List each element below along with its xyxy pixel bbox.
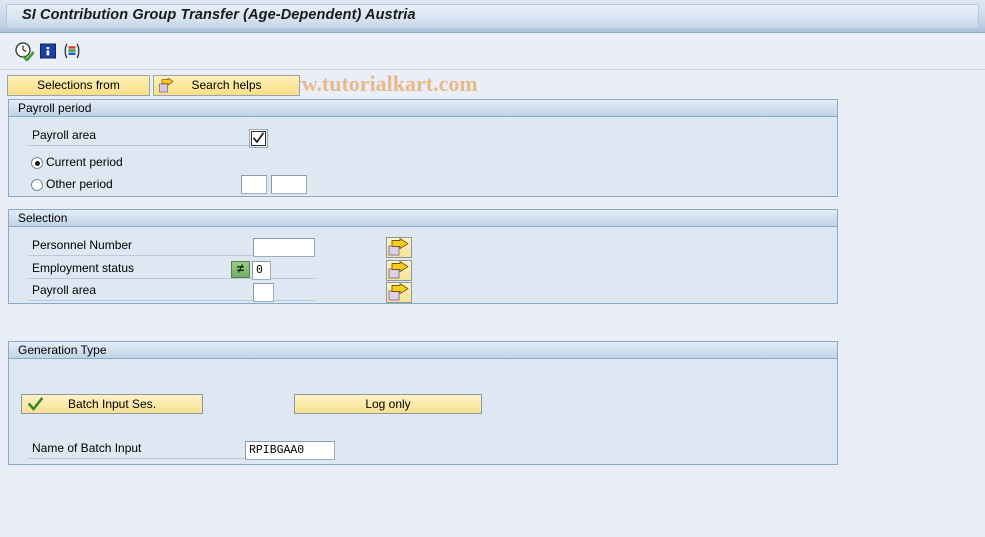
batch-input-name-label: Name of Batch Input: [32, 441, 142, 455]
radio-other-period-label: Other period: [46, 177, 113, 191]
payroll-area-selection-input[interactable]: [253, 283, 274, 302]
radio-current-period-label: Current period: [46, 155, 123, 169]
window-title-bar: SI Contribution Group Transfer (Age-Depe…: [0, 0, 985, 33]
payroll-area-selection-label: Payroll area: [32, 283, 97, 297]
personnel-number-label: Personnel Number: [32, 238, 133, 252]
log-only-label: Log only: [365, 397, 411, 411]
tab-selections-from[interactable]: Selections from: [7, 75, 150, 96]
log-only-button[interactable]: Log only: [294, 394, 482, 414]
panel-payroll-period-body: Payroll area Current period Other period: [9, 117, 837, 196]
information-icon[interactable]: [38, 41, 58, 61]
batch-input-session-button[interactable]: Batch Input Ses.: [21, 394, 203, 414]
payroll-area-label: Payroll area: [32, 128, 97, 142]
application-toolbar: © www.tutorialkart.com: [0, 33, 985, 96]
panel-selection-body: Personnel Number Employment status ≠ 0 P…: [9, 227, 837, 303]
field-row-employment-status: Employment status: [23, 258, 315, 279]
panel-selection-title: Selection: [9, 210, 837, 227]
variant-list-icon[interactable]: [62, 41, 82, 61]
tab-search-helps[interactable]: Search helps: [153, 75, 300, 96]
panel-generation-type-title: Generation Type: [9, 342, 837, 359]
radio-current-period-dot: [31, 157, 43, 169]
panel-generation-type-body: Batch Input Ses. Log only Name of Batch …: [9, 359, 837, 464]
panel-selection: Selection Personnel Number Employment st…: [8, 209, 838, 304]
other-period-value-2[interactable]: [271, 175, 307, 194]
selection-tabstrip: Selections from Search helps: [0, 75, 985, 99]
personnel-number-input[interactable]: [253, 238, 315, 257]
tab-search-helps-label: Search helps: [191, 78, 262, 92]
field-underline: [28, 278, 315, 279]
execute-clock-icon[interactable]: [14, 41, 35, 62]
employment-status-multiple-selection-button[interactable]: [386, 260, 412, 281]
other-period-value-1[interactable]: [241, 175, 267, 194]
panel-payroll-period-title: Payroll period: [9, 100, 837, 117]
sap-application-window: SI Contribution Group Transfer (Age-Depe…: [0, 0, 985, 537]
panel-generation-type: Generation Type Batch Input Ses. Log onl…: [8, 341, 838, 465]
batch-input-session-label: Batch Input Ses.: [67, 397, 157, 411]
personnel-number-multiple-selection-button[interactable]: [386, 237, 412, 258]
employment-status-input[interactable]: 0: [252, 261, 271, 280]
checkbox-checked-icon: [250, 131, 267, 146]
payroll-area-multiple-selection-button[interactable]: [386, 282, 412, 303]
radio-other-period-dot: [31, 179, 43, 191]
batch-input-name-input[interactable]: RPIBGAA0: [245, 441, 335, 460]
green-check-icon: [27, 397, 44, 417]
page-title: SI Contribution Group Transfer (Age-Depe…: [22, 7, 416, 23]
payroll-area-checkbox-button[interactable]: [249, 129, 268, 148]
field-underline: [28, 145, 269, 146]
field-row-payroll-area: Payroll area: [23, 125, 269, 146]
employment-status-label: Employment status: [32, 261, 135, 275]
employment-status-operator-not-equal-icon[interactable]: ≠: [231, 261, 250, 278]
panel-payroll-period: Payroll period Payroll area Current peri…: [8, 99, 838, 197]
yellow-arrow-icon: [159, 77, 174, 93]
